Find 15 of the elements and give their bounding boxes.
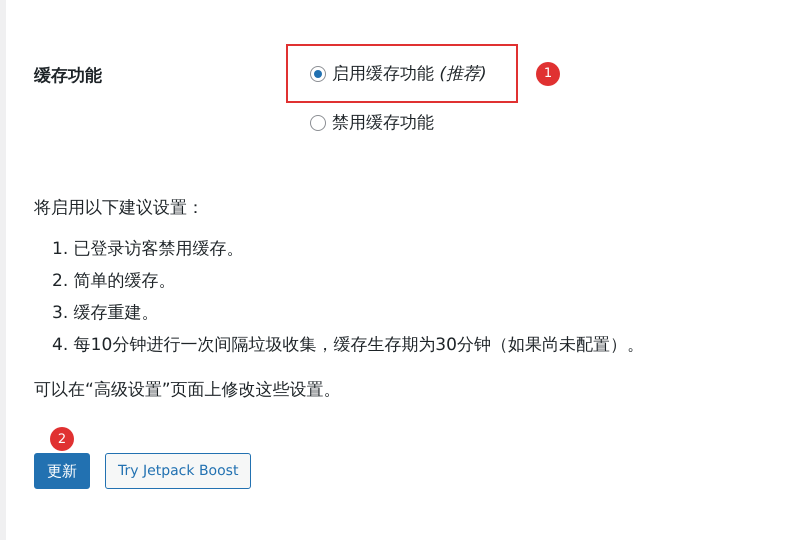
setting-label: 缓存功能 <box>34 65 103 87</box>
step-badge: 2 <box>50 427 74 451</box>
jetpack-button[interactable]: Try Jetpack Boost <box>105 453 252 489</box>
list-item: 4. 每10分钟进行一次间隔垃圾收集，缓存生存期为30分钟（如果尚未配置）。 <box>52 334 645 356</box>
step-badge: 1 <box>536 62 560 86</box>
update-button[interactable]: 更新 <box>34 453 90 489</box>
radio-option[interactable]: 启用缓存功能 (推荐) <box>286 44 518 103</box>
list-item: 2. 简单的缓存。 <box>52 270 177 292</box>
radio-button[interactable] <box>310 66 326 82</box>
intro-text: 将启用以下建议设置： <box>34 197 205 219</box>
radio-button[interactable] <box>310 114 326 130</box>
list-item: 3. 缓存重建。 <box>52 302 160 324</box>
radio-option[interactable]: 禁用缓存功能 <box>286 107 518 138</box>
note-text: 可以在“高级设置”页面上修改这些设置。 <box>34 379 342 401</box>
list-item: 1. 已登录访客禁用缓存。 <box>52 238 245 260</box>
